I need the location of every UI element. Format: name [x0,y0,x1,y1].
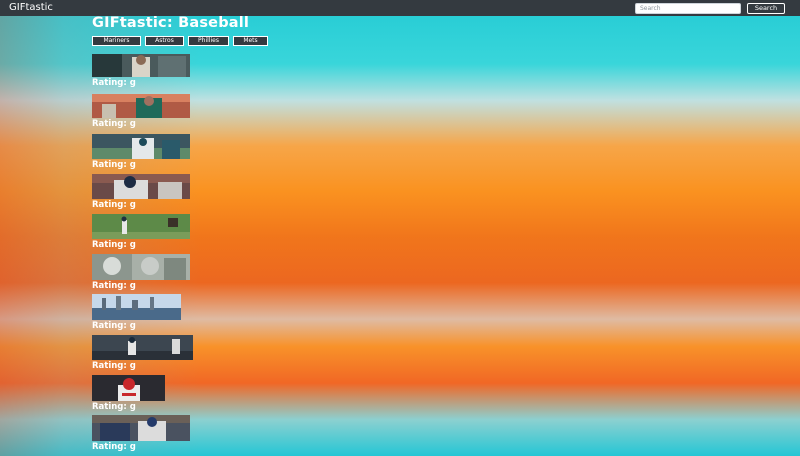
gif-rating: Rating: g [92,361,136,371]
navbar-brand[interactable]: GIFtastic [9,1,53,15]
team-button-astros[interactable]: Astros [145,36,184,46]
gif-rating: Rating: g [92,240,136,250]
team-button-phillies[interactable]: Phillies [188,36,229,46]
gif-image[interactable] [92,294,181,320]
search-button[interactable]: Search [747,3,785,14]
gif-rating: Rating: g [92,119,136,129]
gif-image[interactable] [92,214,190,239]
gif-image[interactable] [92,94,190,118]
gif-rating: Rating: g [92,402,136,412]
gif-image[interactable] [92,415,190,441]
gif-image[interactable] [92,174,190,199]
gif-image[interactable] [92,335,193,360]
gif-rating: Rating: g [92,78,136,88]
gif-rating: Rating: g [92,200,136,210]
gif-rating: Rating: g [92,160,136,170]
gif-rating: Rating: g [92,321,136,331]
search-input[interactable] [635,3,741,14]
gif-rating: Rating: g [92,442,136,452]
gif-image[interactable] [92,134,190,159]
team-button-mets[interactable]: Mets [233,36,268,46]
gif-image[interactable] [92,375,165,401]
page-title: GIFtastic: Baseball [92,15,250,31]
navbar: GIFtastic Search [0,0,800,16]
gif-image[interactable] [92,254,190,280]
gif-image[interactable] [92,54,190,77]
team-button-mariners[interactable]: Mariners [92,36,141,46]
gif-rating: Rating: g [92,281,136,291]
